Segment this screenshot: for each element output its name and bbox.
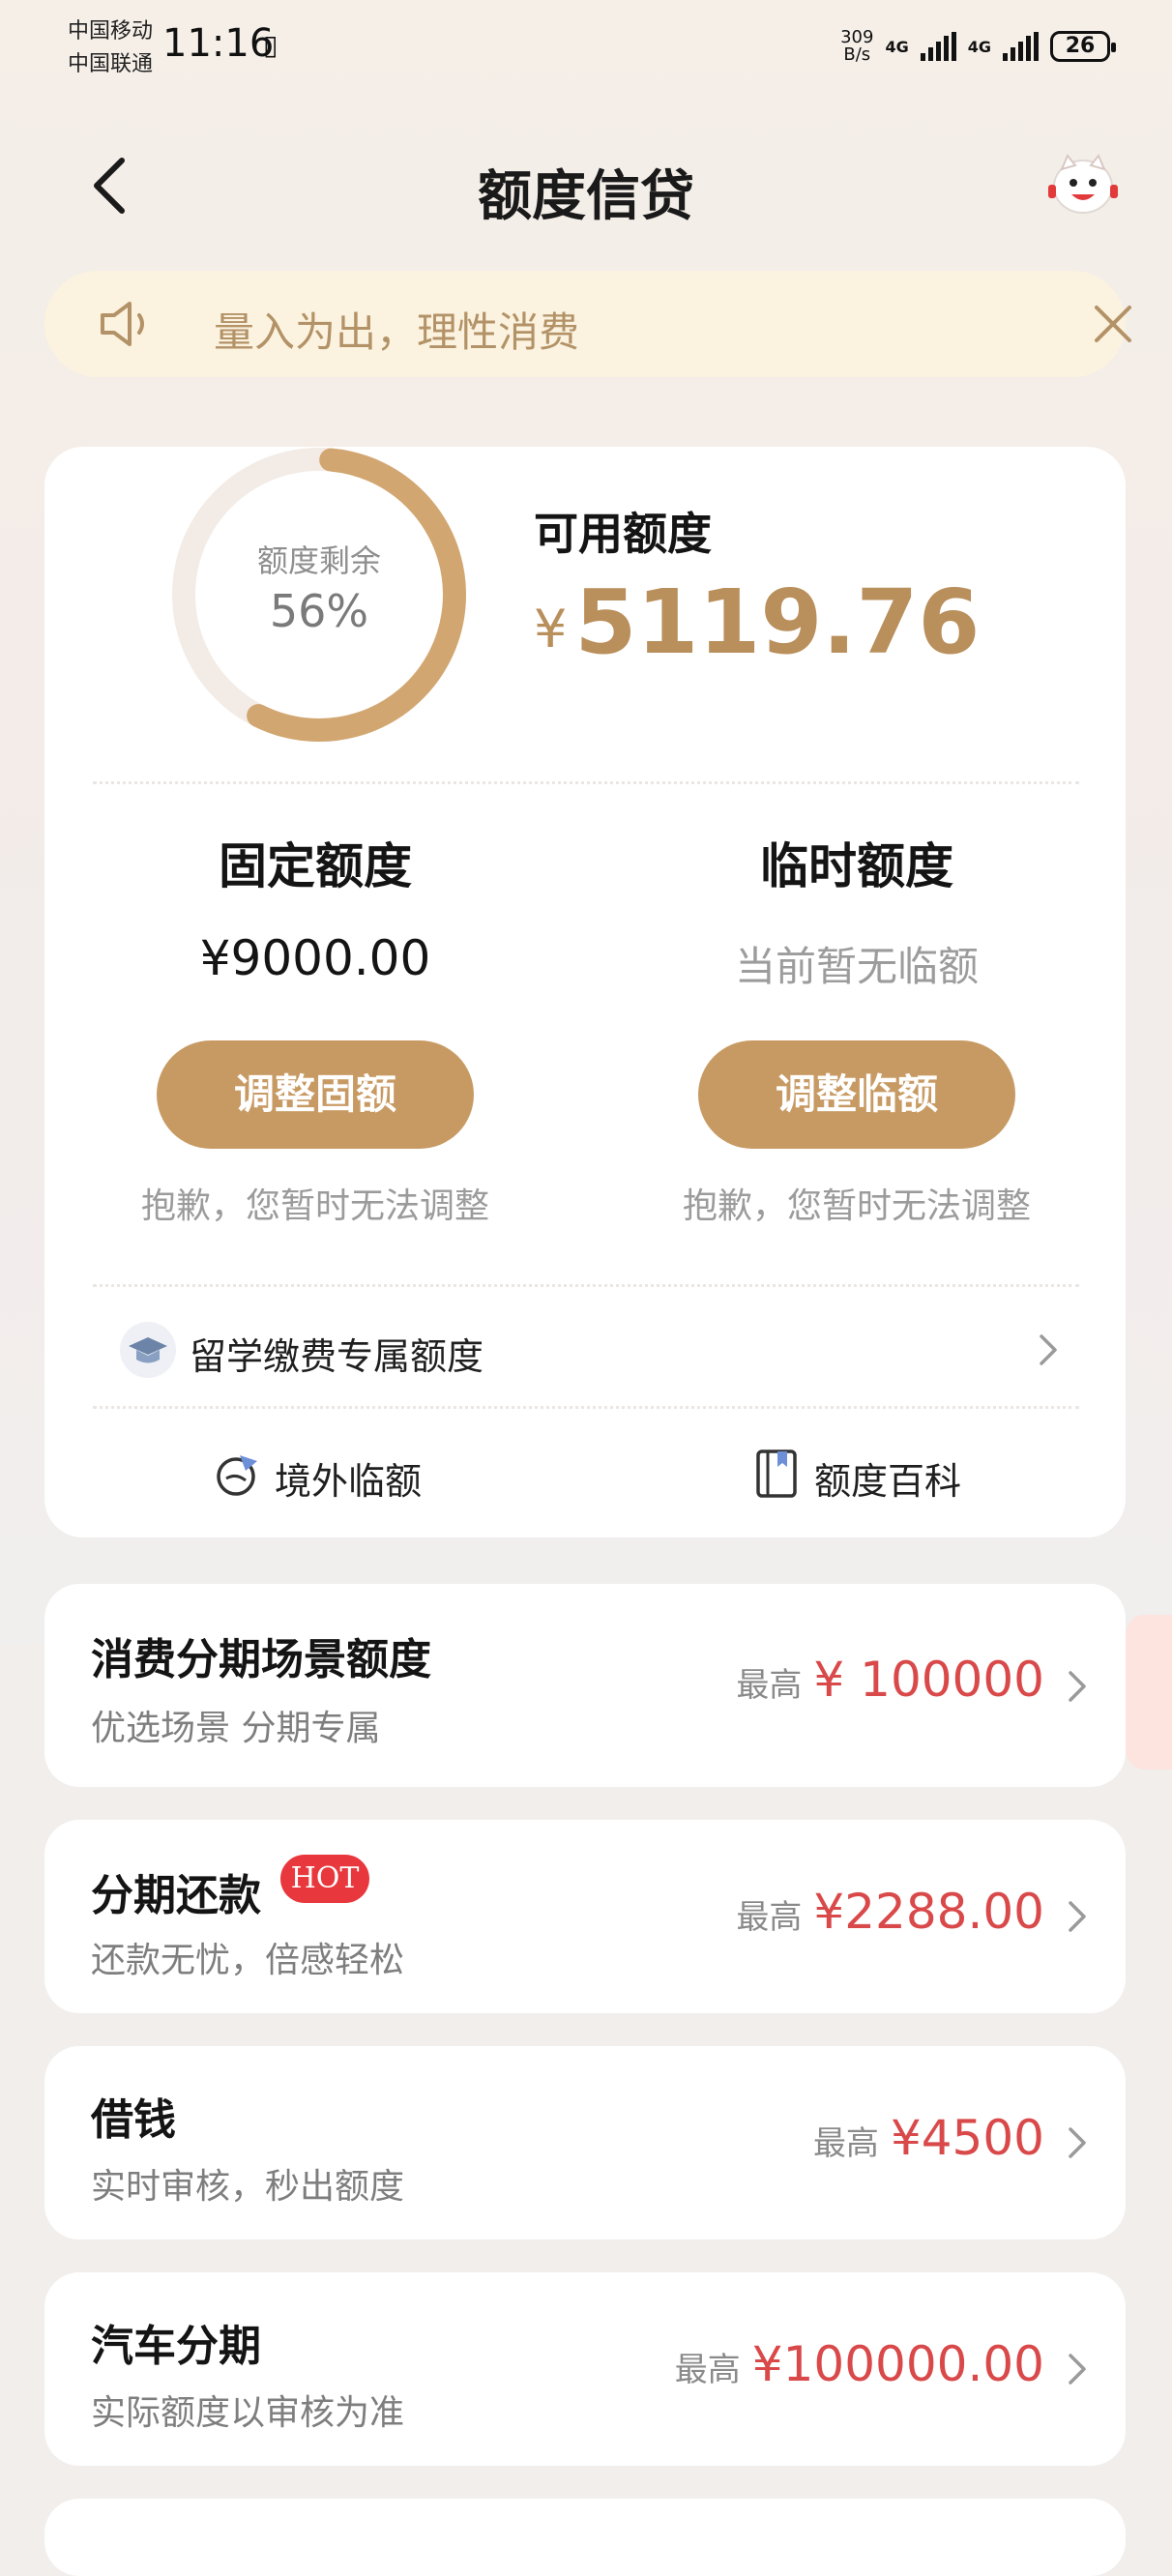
battery-icon: 26 (1050, 31, 1116, 62)
max-amount: ¥100000.00 (751, 2336, 1044, 2392)
fixed-quota-title: 固定额度 (44, 828, 586, 897)
notice-banner: 量入为出，理性消费 (44, 271, 1131, 377)
fixed-value: ¥9000.00 (199, 930, 431, 986)
chevron-right-icon (1069, 2354, 1086, 2385)
temp-value: 当前暂无临额 (734, 943, 979, 990)
currency-symbol: ¥ (534, 599, 568, 659)
temp-title: 临时额度 (760, 838, 953, 894)
product-subtitle: 优选场景 分期专属 (91, 1709, 381, 1748)
product-max-amount: 最高 ¥2288.00 (736, 1884, 1044, 1940)
product-max-amount: 最高 ¥ 100000 (736, 1652, 1044, 1708)
product-max-amount: 最高 ¥4500 (813, 2110, 1044, 2166)
speed-unit: B/s (843, 44, 871, 65)
max-prefix: 最高 (674, 2351, 741, 2389)
product-subtitle: 还款无忧，倍感轻松 (91, 1941, 405, 1980)
product-subtitle: 实时审核，秒出额度 (91, 2167, 405, 2207)
adjust-fixed-button[interactable]: 调整固额 (157, 1040, 474, 1149)
product-title: 消费分期场景额度 (91, 1635, 431, 1684)
max-prefix: 最高 (736, 1898, 803, 1937)
network-type-2: 4G (967, 37, 991, 56)
temp-quota-value: 当前暂无临额 (586, 934, 1128, 993)
divider (93, 1284, 1079, 1287)
close-icon[interactable] (1089, 300, 1137, 348)
book-icon (756, 1449, 797, 1498)
clock: 11:16 (162, 21, 275, 66)
fixed-note-text: 抱歉，您暂时无法调整 (140, 1186, 489, 1226)
product-title: 分期还款 (91, 1871, 261, 1920)
ring-percent: 56% (269, 585, 369, 637)
max-amount: ¥4500 (890, 2110, 1044, 2166)
product-subtitle: 实际额度以审核为准 (91, 2393, 405, 2433)
divider (93, 1406, 1079, 1409)
available-label: 可用额度 (534, 508, 712, 560)
mascot-icon[interactable] (1044, 150, 1122, 218)
temp-quota-title: 临时额度 (586, 828, 1128, 897)
available-amount-value: 5119.76 (574, 571, 981, 674)
temp-note: 抱歉，您暂时无法调整 (586, 1178, 1128, 1228)
product-max-amount: 最高 ¥100000.00 (675, 2336, 1044, 2392)
wiki-label: 额度百科 (814, 1460, 962, 1503)
signal-2-icon (1003, 32, 1039, 61)
network-type-1: 4G (885, 37, 909, 56)
fixed-note: 抱歉，您暂时无法调整 (44, 1178, 586, 1228)
fixed-title: 固定额度 (219, 838, 412, 894)
temp-note-text: 抱歉，您暂时无法调整 (682, 1186, 1031, 1226)
product-card-borrow[interactable]: 借钱 实时审核，秒出额度 最高 ¥4500 (44, 2046, 1126, 2239)
status-bar: 中国移动 中国联通 11:16 ▯ 309 B/s 4G 4G 26 (0, 0, 1172, 92)
credit-wiki-link[interactable]: 额度百科 (754, 1446, 1006, 1504)
study-abroad-label: 留学缴费专属额度 (190, 1335, 484, 1378)
chevron-right-icon (1069, 1901, 1086, 1932)
product-title: 汽车分期 (91, 2322, 261, 2371)
adjust-temp-button[interactable]: 调整临额 (698, 1040, 1015, 1149)
signal-1-icon (920, 32, 956, 61)
fixed-quota-value: ¥9000.00 (44, 930, 586, 986)
page-title: 额度信贷 (478, 165, 694, 228)
plane-globe-icon (217, 1455, 257, 1496)
network-speed: 309 B/s (840, 29, 873, 64)
product-card-installment-repay[interactable]: 分期还款 HOT 还款无忧，倍感轻松 最高 ¥2288.00 (44, 1820, 1126, 2013)
overseas-temp-link[interactable]: 境外临额 (211, 1446, 462, 1504)
ring-label: 额度剩余 (256, 542, 381, 579)
carrier-1: 中国移动 (68, 19, 154, 44)
notice-text: 量入为出，理性消费 (214, 308, 580, 356)
study-abroad-row[interactable]: 留学缴费专属额度 (120, 1317, 1068, 1385)
chevron-right-icon (1069, 1671, 1086, 1702)
overseas-label: 境外临额 (275, 1460, 423, 1503)
divider (93, 781, 1079, 784)
graduation-cap-icon (120, 1322, 176, 1378)
speaker-icon (101, 302, 144, 346)
product-card-consumer-installment[interactable]: 消费分期场景额度 优选场景 分期专属 最高 ¥ 100000 (44, 1584, 1126, 1787)
carrier-2: 中国联通 (68, 52, 154, 76)
vibrate-icon: ▯ (263, 29, 278, 61)
product-card-auto-installment[interactable]: 汽车分期 实际额度以审核为准 最高 ¥100000.00 (44, 2272, 1126, 2466)
product-card-next[interactable] (44, 2499, 1126, 2576)
hot-badge: HOT (280, 1855, 369, 1903)
max-amount: ¥2288.00 (813, 1884, 1044, 1940)
side-promo-tag[interactable] (1126, 1615, 1172, 1770)
remaining-ring: 额度剩余 56% (164, 440, 474, 759)
chevron-right-icon (1040, 1334, 1057, 1365)
max-prefix: 最高 (736, 1666, 803, 1705)
max-amount: ¥ 100000 (813, 1652, 1044, 1708)
chevron-right-icon (1069, 2127, 1086, 2158)
status-indicators: 309 B/s 4G 4G 26 (840, 27, 1116, 66)
carrier-labels: 中国移动 中国联通 (68, 15, 153, 81)
product-title: 借钱 (91, 2095, 176, 2145)
available-amount: ¥5119.76 (534, 571, 980, 674)
max-prefix: 最高 (812, 2124, 879, 2163)
